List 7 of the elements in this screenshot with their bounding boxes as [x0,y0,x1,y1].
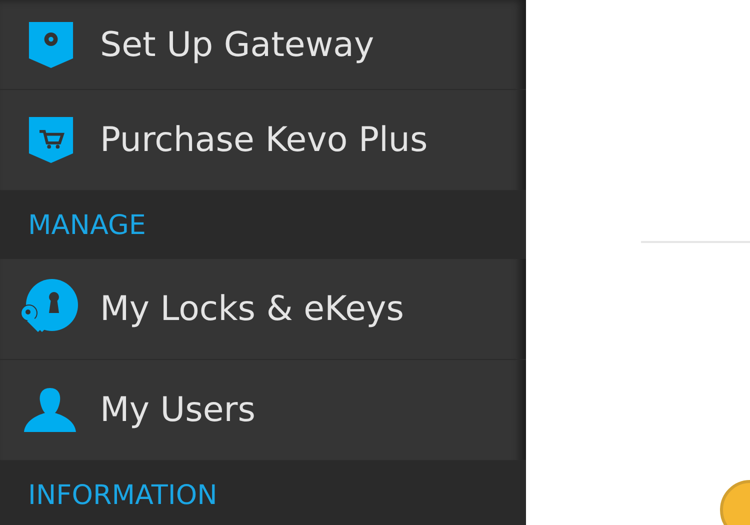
cart-icon [28,117,74,163]
section-header: INFORMATION [0,461,526,525]
menu-item[interactable]: My Locks & eKeys [0,259,526,360]
gateway-icon [28,22,74,68]
user-icon [22,386,78,434]
section-header: MANAGE [0,191,526,259]
menu-item[interactable]: Set Up Gateway [0,0,526,90]
